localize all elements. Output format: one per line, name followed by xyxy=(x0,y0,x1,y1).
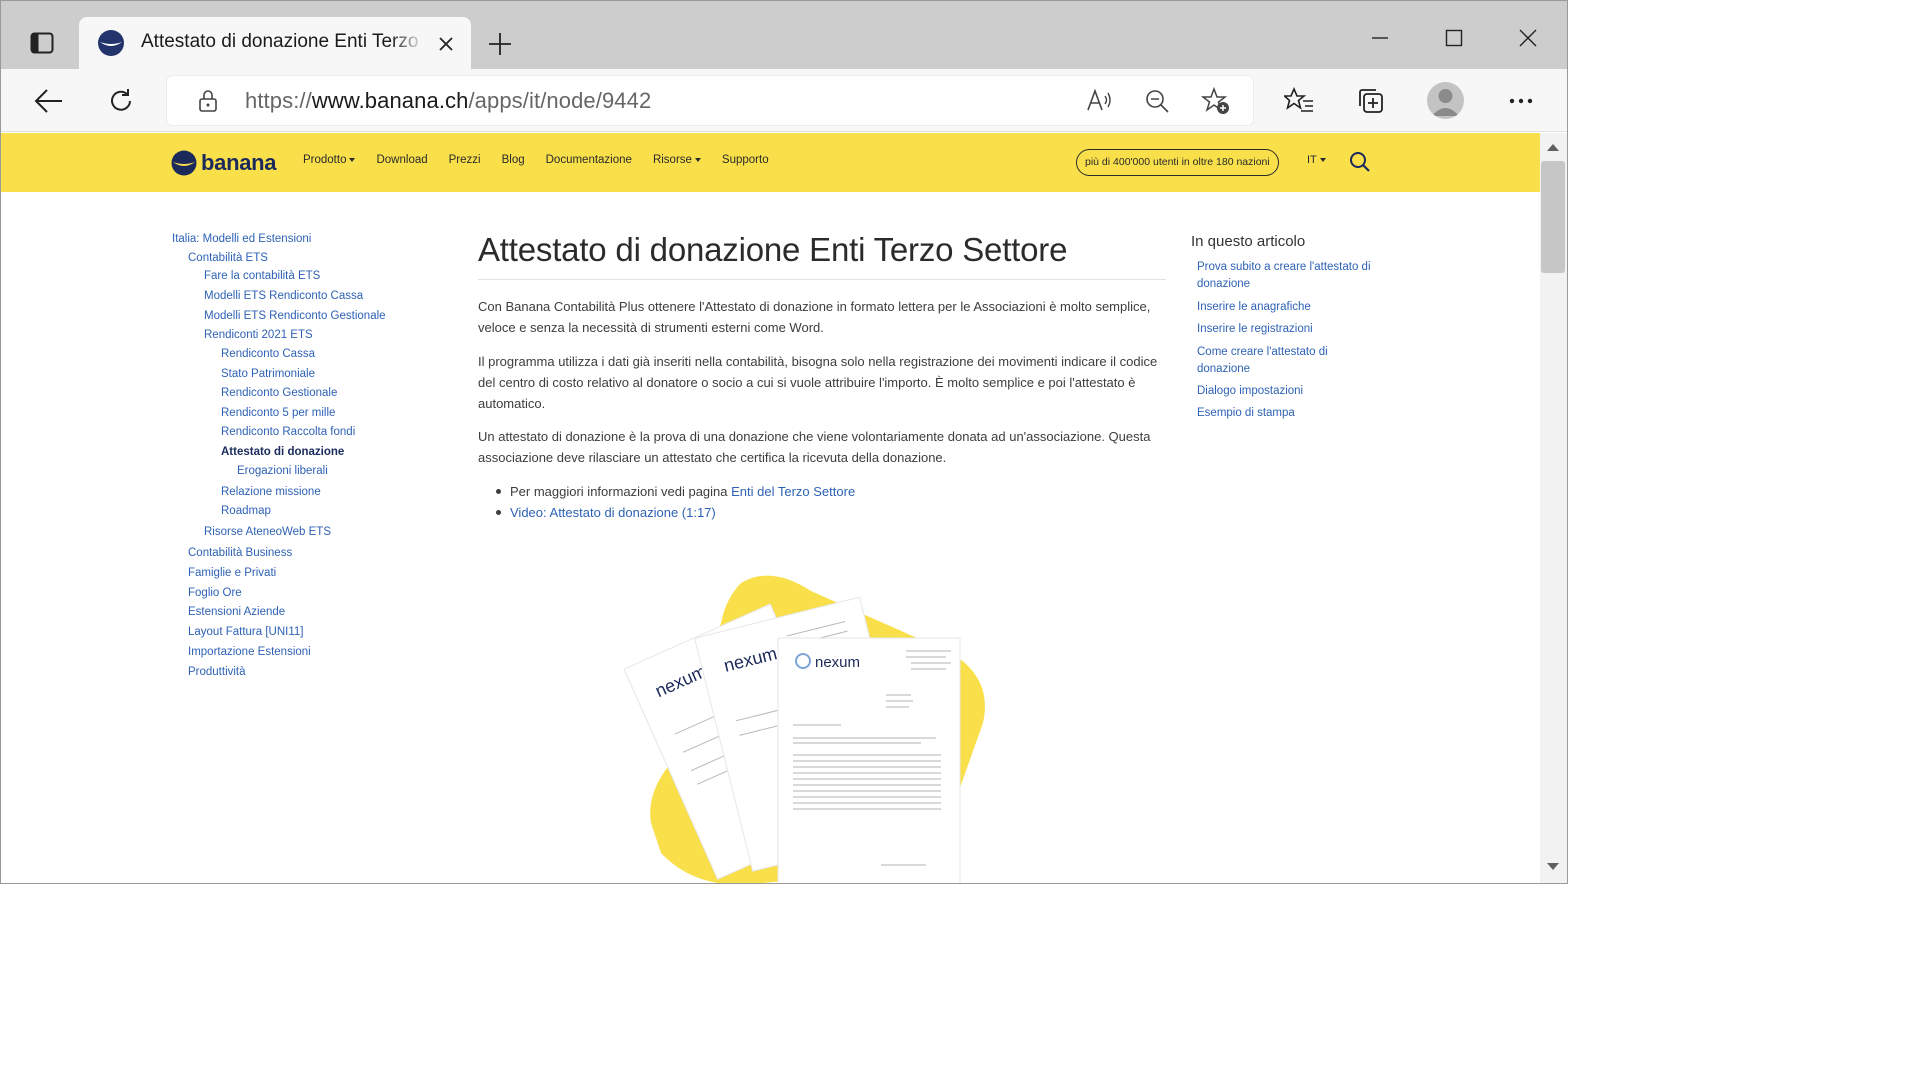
dropdown-caret-icon xyxy=(694,157,701,162)
leftnav-item[interactable]: Rendiconto Raccolta fondi xyxy=(221,426,355,438)
leftnav-item[interactable]: Stato Patrimoniale xyxy=(221,368,315,380)
page-title: Attestato di donazione Enti Terzo Settor… xyxy=(478,231,1068,268)
zoom-out-icon[interactable] xyxy=(1142,86,1172,116)
collections-icon[interactable] xyxy=(1353,83,1389,119)
article-paragraph: Con Banana Contabilità Plus ottenere l'A… xyxy=(478,299,1151,335)
close-window-icon[interactable] xyxy=(1513,23,1543,53)
leftnav-item[interactable]: Roadmap xyxy=(221,505,271,517)
leftnav-item[interactable]: Erogazioni liberali xyxy=(237,465,328,477)
tab-title: Attestato di donazione Enti Terzo Settor… xyxy=(141,31,425,52)
browser-window: Attestato di donazione Enti Terzo Settor… xyxy=(0,0,1568,884)
url-text[interactable]: https://www.banana.ch/apps/it/node/9442 xyxy=(245,88,651,114)
toc-item[interactable]: Esempio di stampa xyxy=(1197,405,1377,422)
leftnav-item[interactable]: Italia: Modelli ed Estensioni xyxy=(172,233,311,245)
language-selector[interactable]: IT xyxy=(1307,154,1326,166)
leftnav-item[interactable]: Modelli ETS Rendiconto Cassa xyxy=(204,290,363,302)
address-bar[interactable]: https://www.banana.ch/apps/it/node/9442 xyxy=(167,76,1253,125)
leftnav-item[interactable]: Foglio Ore xyxy=(188,587,242,599)
language-label: IT xyxy=(1307,154,1317,166)
nav-blog[interactable]: Blog xyxy=(502,154,525,166)
scroll-down-arrow-icon[interactable] xyxy=(1547,863,1559,870)
leftnav-item[interactable]: Contabilità ETS xyxy=(188,252,268,264)
link-enti-terzo-settore[interactable]: Enti del Terzo Settore xyxy=(731,484,855,499)
nav-documentazione[interactable]: Documentazione xyxy=(546,154,632,166)
nav-supporto[interactable]: Supporto xyxy=(722,154,769,166)
toc-item[interactable]: Come creare l'attestato di donazione xyxy=(1197,344,1377,378)
leftnav-item[interactable]: Fare la contabilità ETS xyxy=(204,270,320,282)
read-aloud-icon[interactable] xyxy=(1084,86,1114,116)
toc-item[interactable]: Prova subito a creare l'attestato di don… xyxy=(1197,259,1377,293)
leftnav-item[interactable]: Rendiconto Gestionale xyxy=(221,387,337,399)
article-bullets: Per maggiori informazioni vedi pagina En… xyxy=(496,481,855,523)
dropdown-caret-icon xyxy=(349,157,356,162)
new-tab-icon[interactable] xyxy=(485,29,515,59)
back-icon[interactable] xyxy=(31,83,67,119)
leftnav-item[interactable]: Rendiconto Cassa xyxy=(221,348,315,360)
profile-avatar-icon[interactable] xyxy=(1427,82,1464,119)
leftnav-item-active[interactable]: Attestato di donazione xyxy=(221,446,344,458)
close-tab-icon[interactable] xyxy=(433,31,459,57)
nav-prodotto[interactable]: Prodotto xyxy=(303,154,356,166)
url-scheme: https:// xyxy=(245,88,312,113)
tab-strip: Attestato di donazione Enti Terzo Settor… xyxy=(1,1,1567,70)
more-menu-icon[interactable] xyxy=(1503,83,1539,119)
leftnav-item[interactable]: Rendiconti 2021 ETS xyxy=(204,329,313,341)
donation-letter-illustration: nexum nexum nexum xyxy=(621,573,1001,883)
article-paragraph: Il programma utilizza i dati già inserit… xyxy=(478,354,1158,411)
lock-icon[interactable] xyxy=(195,88,221,114)
tab-actions-icon[interactable] xyxy=(25,27,59,59)
leftnav-item[interactable]: Contabilità Business xyxy=(188,547,292,559)
leftnav-item[interactable]: Famiglie e Privati xyxy=(188,567,276,579)
scroll-up-arrow-icon[interactable] xyxy=(1547,144,1559,151)
nav-prezzi[interactable]: Prezzi xyxy=(449,154,481,166)
leftnav-item[interactable]: Importazione Estensioni xyxy=(188,646,311,658)
bullet-text: Per maggiori informazioni vedi pagina xyxy=(510,484,732,499)
logo-text: banana xyxy=(201,150,277,175)
browser-toolbar: https://www.banana.ch/apps/it/node/9442 xyxy=(1,69,1567,132)
banana-favicon-icon xyxy=(97,29,125,57)
doc-brand-text: nexum xyxy=(815,654,860,671)
site-header: banana Prodotto Download Prezzi Blog Doc… xyxy=(1,133,1540,192)
toc-item[interactable]: Dialogo impostazioni xyxy=(1197,383,1377,400)
table-of-contents: In questo articolo Prova subito a creare… xyxy=(1191,233,1381,419)
leftnav-item[interactable]: Produttività xyxy=(188,666,246,678)
banana-logo[interactable]: banana xyxy=(171,149,277,177)
maximize-icon[interactable] xyxy=(1439,23,1469,53)
active-tab[interactable]: Attestato di donazione Enti Terzo Settor… xyxy=(79,17,471,70)
title-divider xyxy=(478,279,1166,280)
favorites-icon[interactable] xyxy=(1281,83,1317,119)
nav-label: Risorse xyxy=(652,154,692,166)
leftnav-item[interactable]: Rendiconto 5 per mille xyxy=(221,407,335,419)
leftnav-item[interactable]: Modelli ETS Rendiconto Gestionale xyxy=(204,310,386,322)
nav-label: Prodotto xyxy=(303,154,347,166)
url-path: /apps/it/node/9442 xyxy=(468,88,652,113)
list-item: Video: Attestato di donazione (1:17) xyxy=(496,502,855,523)
toc-item[interactable]: Inserire le anagrafiche xyxy=(1197,299,1377,316)
leftnav-item[interactable]: Relazione missione xyxy=(221,486,321,498)
toc-title: In questo articolo xyxy=(1191,233,1306,250)
article: Attestato di donazione Enti Terzo Settor… xyxy=(478,231,1166,520)
add-favorite-icon[interactable] xyxy=(1201,86,1231,116)
users-badge[interactable]: più di 400'000 utenti in oltre 180 nazio… xyxy=(1076,149,1279,176)
dropdown-caret-icon xyxy=(1319,158,1326,163)
leftnav-item[interactable]: Estensioni Aziende xyxy=(188,606,285,618)
reload-icon[interactable] xyxy=(103,83,139,119)
page-viewport: banana Prodotto Download Prezzi Blog Doc… xyxy=(1,133,1540,883)
toc-item[interactable]: Inserire le registrazioni xyxy=(1197,321,1377,338)
main-nav: Prodotto Download Prezzi Blog Documentaz… xyxy=(303,154,790,166)
url-host: www.banana.ch xyxy=(311,88,469,113)
site-search-icon[interactable] xyxy=(1349,151,1371,173)
link-video-attestato[interactable]: Video: Attestato di donazione (1:17) xyxy=(510,505,716,520)
banana-logo-icon xyxy=(171,150,197,176)
minimize-icon[interactable] xyxy=(1365,23,1395,53)
article-paragraph: Un attestato di donazione è la prova di … xyxy=(478,429,1151,465)
scrollbar-thumb[interactable] xyxy=(1541,161,1565,273)
list-item: Per maggiori informazioni vedi pagina En… xyxy=(496,481,855,502)
nav-download[interactable]: Download xyxy=(376,154,427,166)
leftnav-item[interactable]: Layout Fattura [UNI11] xyxy=(188,626,303,638)
nav-risorse[interactable]: Risorse xyxy=(653,154,701,166)
leftnav-item[interactable]: Risorse AteneoWeb ETS xyxy=(204,526,331,538)
